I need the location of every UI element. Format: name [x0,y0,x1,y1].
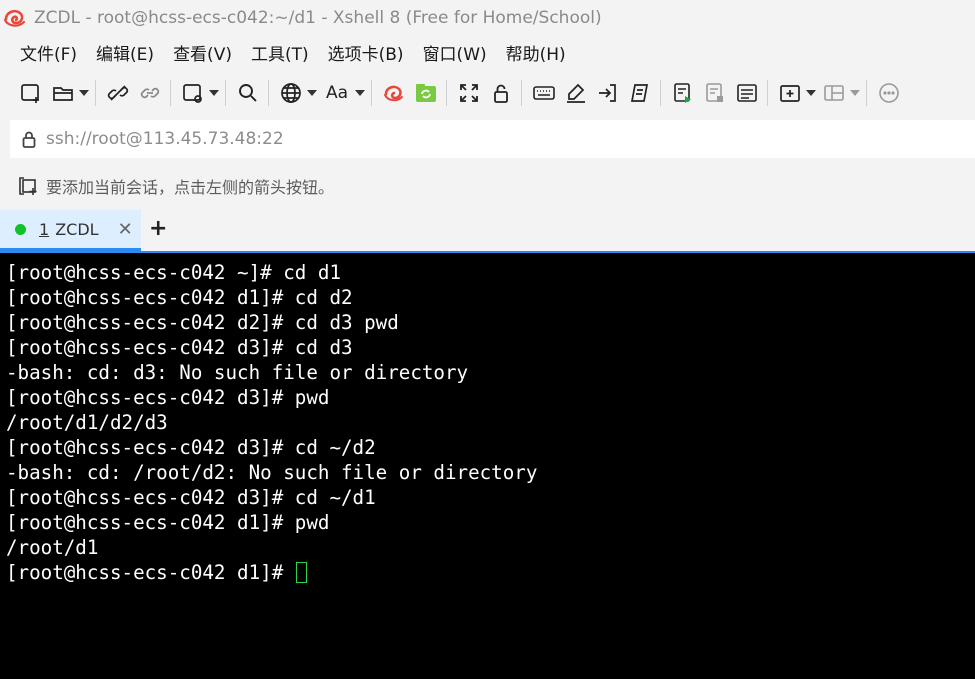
tab-label: ZCDL [55,219,99,239]
chevron-down-icon[interactable] [354,78,366,108]
terminal-line: /root/d1 [6,536,99,559]
send-to-icon[interactable] [593,78,623,108]
lock-icon[interactable] [486,78,516,108]
terminal-cursor [295,562,307,583]
menu-bar: 文件(F) 编辑(E) 查看(V) 工具(T) 选项卡(B) 窗口(W) 帮助(… [0,36,975,69]
lock-icon [22,130,38,148]
terminal-line: [root@hcss-ecs-c042 d3]# cd ~/d1 [6,486,376,509]
tab-zcdl[interactable]: 1 ZCDL ✕ [0,210,141,251]
add-tab-button[interactable]: + [149,216,167,241]
terminal[interactable]: [root@hcss-ecs-c042 ~]# cd d1 [root@hcss… [0,253,975,679]
font-icon: Aa [325,83,349,103]
toolbar-divider [866,80,867,106]
title-bar: ZCDL - root@hcss-ecs-c042:~/d1 - Xshell … [0,0,975,36]
log-viewer-icon[interactable] [732,78,762,108]
more-icon[interactable] [874,78,904,108]
toolbar-divider [170,80,171,106]
toolbar-divider [521,80,522,106]
session-hint-bar: 要添加当前会话，点击左侧的箭头按钮。 [0,168,975,204]
terminal-line: [root@hcss-ecs-c042 d2]# cd d3 pwd [6,311,399,334]
globe-icon[interactable] [276,78,306,108]
menu-file[interactable]: 文件(F) [12,40,85,65]
close-icon[interactable]: ✕ [118,219,133,240]
reconnect-icon[interactable] [135,78,165,108]
chevron-down-icon[interactable] [78,78,90,108]
chevron-down-icon[interactable] [849,78,861,108]
disconnect-icon[interactable] [103,78,133,108]
font-button[interactable]: Aa [320,78,354,108]
xftp-icon[interactable] [411,78,441,108]
new-tab-icon[interactable] [775,78,805,108]
toolbar-divider [660,80,661,106]
address-input[interactable]: ssh://root@113.45.73.48:22 [46,129,284,149]
toolbar-divider [767,80,768,106]
toolbar-divider [225,80,226,106]
terminal-line: [root@hcss-ecs-c042 d3]# cd d3 [6,336,353,359]
connected-status-icon [15,223,26,235]
toolbar-divider [446,80,447,106]
menu-edit[interactable]: 编辑(E) [88,40,162,65]
toolbar-divider [371,80,372,106]
session-properties-icon[interactable] [178,78,208,108]
script-icon[interactable] [625,78,655,108]
hint-text: 要添加当前会话，点击左侧的箭头按钮。 [46,178,335,197]
terminal-line: [root@hcss-ecs-c042 ~]# cd d1 [6,261,342,284]
open-folder-icon[interactable] [48,78,78,108]
highlight-icon[interactable] [561,78,591,108]
menu-tabs[interactable]: 选项卡(B) [320,40,412,65]
address-bar[interactable]: ssh://root@113.45.73.48:22 [10,120,975,158]
new-session-icon[interactable] [16,78,46,108]
menu-window[interactable]: 窗口(W) [415,40,495,65]
xshell-logo-icon [2,5,28,31]
terminal-prompt: [root@hcss-ecs-c042 d1]# [6,561,295,584]
stop-logging-icon[interactable] [700,78,730,108]
menu-view[interactable]: 查看(V) [165,40,240,65]
terminal-line: [root@hcss-ecs-c042 d1]# cd d2 [6,286,353,309]
terminal-prompt-line[interactable]: [root@hcss-ecs-c042 d1]# [6,560,537,585]
fullscreen-icon[interactable] [454,78,484,108]
toolbar-divider [268,80,269,106]
xshell-icon[interactable] [379,78,409,108]
keyboard-icon[interactable] [529,78,559,108]
terminal-line: -bash: cd: /root/d2: No such file or dir… [6,461,538,484]
terminal-line: [root@hcss-ecs-c042 d1]# pwd [6,511,330,534]
menu-tools[interactable]: 工具(T) [243,40,317,65]
layout-icon[interactable] [819,78,849,108]
menu-help[interactable]: 帮助(H) [498,40,574,65]
terminal-line: /root/d1/d2/d3 [6,411,168,434]
terminal-line: -bash: cd: d3: No such file or directory [6,361,469,384]
terminal-line: [root@hcss-ecs-c042 d3]# cd ~/d2 [6,436,376,459]
search-icon[interactable] [233,78,263,108]
chevron-down-icon[interactable] [208,78,220,108]
toolbar-divider [95,80,96,106]
window-title: ZCDL - root@hcss-ecs-c042:~/d1 - Xshell … [34,8,602,28]
tab-number: 1 [39,219,50,239]
start-logging-icon[interactable] [668,78,698,108]
chevron-down-icon[interactable] [306,78,318,108]
terminal-line: [root@hcss-ecs-c042 d3]# pwd [6,386,330,409]
tab-bar: 1 ZCDL ✕ + [0,210,975,251]
toolbar: Aa [0,72,975,114]
terminal-output: [root@hcss-ecs-c042 ~]# cd d1 [root@hcss… [6,260,537,585]
chevron-down-icon[interactable] [805,78,817,108]
add-session-icon[interactable] [18,175,40,197]
